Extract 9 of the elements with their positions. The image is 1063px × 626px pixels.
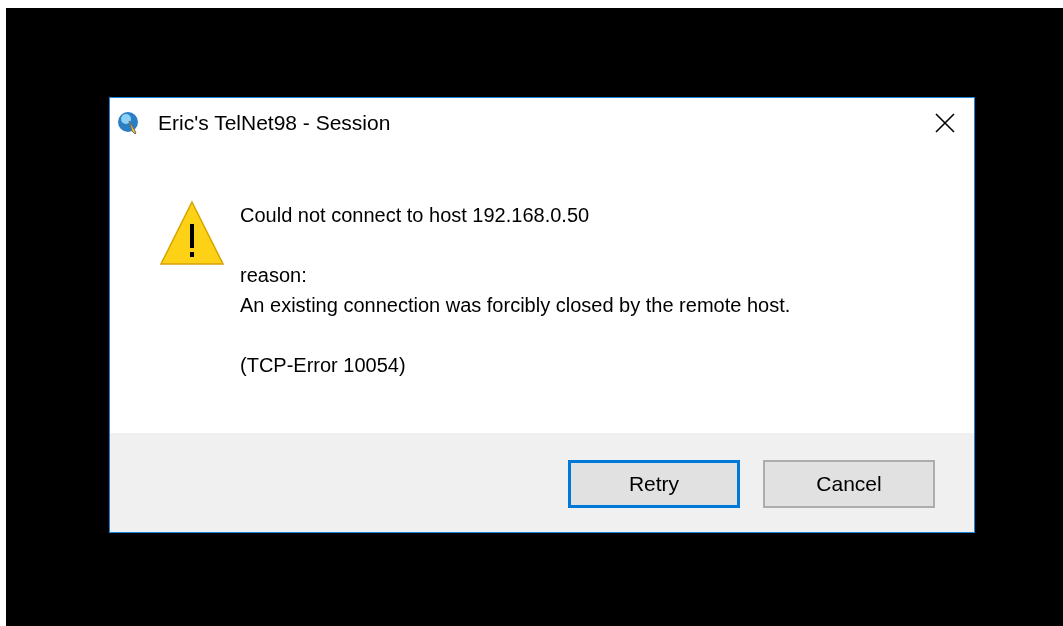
cancel-button[interactable]: Cancel (763, 460, 935, 508)
warning-icon (160, 200, 224, 266)
message-text: (TCP-Error 10054) (240, 353, 407, 378)
window-title: Eric's TelNet98 - Session (158, 111, 392, 135)
message-text: Could not connect to host 192.168.0.50 (240, 203, 591, 228)
message-text: An existing connection was forcibly closed by the remote host. (240, 293, 791, 318)
retry-button[interactable]: Retry (568, 460, 740, 508)
close-icon[interactable] (935, 113, 955, 133)
message-text: reason: (240, 263, 308, 288)
